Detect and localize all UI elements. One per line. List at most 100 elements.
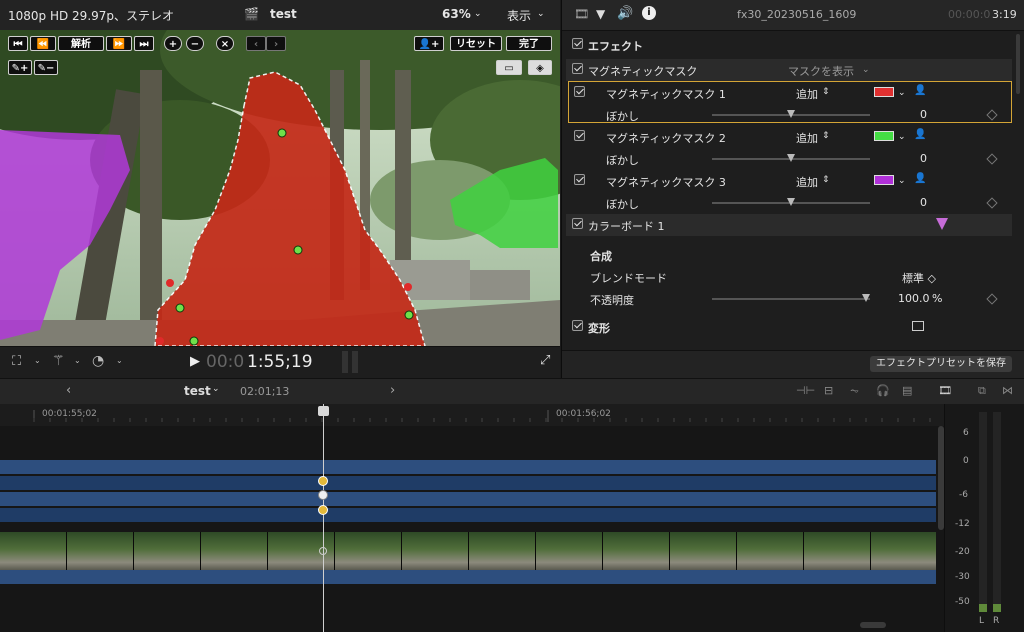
keyframe-icon[interactable] — [986, 197, 998, 209]
save-effects-preset-button[interactable]: エフェクトプリセットを保存 — [870, 356, 1012, 372]
timeline-tracks[interactable] — [0, 404, 944, 632]
person-icon[interactable]: 👤 — [914, 129, 926, 140]
chevron-down-icon[interactable]: ⌄ — [74, 356, 81, 365]
keyframe-marker[interactable] — [318, 476, 328, 486]
up-down-icon[interactable]: ⇕ — [822, 131, 830, 141]
effects-checkbox[interactable] — [572, 38, 583, 49]
brush-subtract-icon[interactable]: ✎− — [34, 60, 58, 75]
add-point-icon[interactable]: + — [164, 36, 182, 51]
transform-icon[interactable]: ⛶ — [12, 354, 21, 369]
film-icon[interactable]: 🎞 — [574, 7, 589, 21]
overlap-icon[interactable]: ⧉ — [978, 384, 986, 398]
mask-color-swatch[interactable] — [874, 131, 894, 141]
speed-icon[interactable]: ◔ — [92, 353, 104, 369]
mask-checkbox[interactable] — [574, 130, 585, 141]
blur-slider[interactable] — [712, 198, 870, 206]
filmstrip-icon[interactable]: 🎞 — [938, 384, 952, 397]
mask-color-swatch[interactable] — [874, 175, 894, 185]
chevron-down-icon[interactable]: ⌄ — [898, 176, 906, 186]
clip-band[interactable] — [0, 492, 936, 506]
timeline-project[interactable]: test — [184, 384, 211, 398]
mask-row[interactable]: マグネティックマスク 3 追加 ⇕ ⌄ 👤 — [566, 170, 1012, 192]
opacity-value[interactable]: 100.0 — [898, 292, 930, 305]
brush-add-icon[interactable]: ✎+ — [8, 60, 32, 75]
clip-band[interactable] — [0, 460, 936, 474]
person-add-icon[interactable]: 👤+ — [414, 36, 444, 51]
viewer-video[interactable]: ⏮ ⏪ 解析 ⏩ ⏭ + − × ‹ › 👤+ リセット 完了 ✎+ ✎− ▭ … — [0, 30, 560, 346]
magic-wand-icon[interactable]: ⚚ — [52, 353, 65, 369]
mask-row[interactable]: マグネティックマスク 2 追加 ⇕ ⌄ 👤 — [566, 126, 1012, 148]
play-icon[interactable]: ▶ — [190, 354, 200, 369]
fullscreen-icon[interactable]: ⤢ — [540, 353, 550, 368]
blur-slider[interactable] — [712, 110, 870, 118]
timeline-hscrollbar[interactable] — [860, 622, 886, 628]
keyframe-marker[interactable] — [319, 547, 327, 555]
join-icon[interactable]: ⊟ — [824, 384, 833, 397]
transform-overlay-icon[interactable] — [912, 321, 924, 331]
chevron-down-icon[interactable]: ⌄ — [862, 65, 870, 75]
done-button[interactable]: 完了 — [506, 36, 552, 51]
show-mask-menu[interactable]: マスクを表示 — [788, 63, 854, 79]
zoom-menu[interactable]: 63% — [442, 7, 471, 21]
info-icon[interactable]: i — [642, 6, 656, 20]
chevron-down-icon[interactable]: ⌄ — [898, 132, 906, 142]
clip-appearance-icon[interactable]: ▤ — [902, 384, 912, 397]
remove-point-icon[interactable]: − — [186, 36, 204, 51]
keyframe-marker[interactable] — [318, 505, 328, 515]
person-icon[interactable]: 👤 — [914, 173, 926, 184]
opacity-slider[interactable] — [712, 294, 870, 302]
slider-knob[interactable] — [862, 294, 870, 302]
project-name[interactable]: test — [270, 7, 297, 21]
audio-band[interactable] — [0, 570, 936, 584]
magnetic-mask-header[interactable]: マグネティックマスク マスクを表示 ⌄ — [566, 59, 1012, 81]
chevron-down-icon[interactable]: ⌄ — [34, 356, 41, 365]
forward-icon[interactable]: › — [390, 383, 395, 398]
mask-checkbox[interactable] — [574, 174, 585, 185]
keyframe-marker[interactable] — [318, 490, 328, 500]
mask-mode[interactable]: 追加 — [796, 174, 818, 190]
go-to-start-button[interactable]: ⏮ — [8, 36, 28, 51]
mask-checkbox[interactable] — [574, 86, 585, 97]
up-down-icon[interactable]: ⇕ — [822, 87, 830, 97]
headphones-icon[interactable]: 🎧 — [876, 384, 890, 397]
playhead[interactable] — [323, 404, 324, 632]
go-to-end-button[interactable]: ⏭ — [134, 36, 154, 51]
analyze-button[interactable]: 解析 — [58, 36, 104, 51]
audio-icon[interactable]: 🔊 — [617, 6, 633, 21]
inspector-scrollbar[interactable] — [1016, 34, 1020, 94]
next-frame-button[interactable]: › — [266, 36, 286, 51]
blend-mode-menu[interactable]: 標準 ◇ — [902, 270, 936, 286]
chevron-down-icon[interactable]: ⌄ — [116, 356, 123, 365]
bowtie-icon[interactable]: ⋈ — [1002, 384, 1013, 397]
chevron-down-icon[interactable]: ⌄ — [537, 9, 545, 19]
clip-band[interactable] — [0, 476, 936, 490]
keyframe-icon[interactable] — [986, 109, 998, 121]
video-filmstrip[interactable] — [0, 532, 936, 570]
keyframe-icon[interactable] — [986, 153, 998, 165]
clear-icon[interactable]: × — [216, 36, 234, 51]
mask-row[interactable]: マグネティックマスク 1 追加 ⇕ ⌄ 👤 — [566, 82, 1012, 104]
playhead-handle[interactable] — [318, 406, 329, 416]
split-icon[interactable]: ⊣⊢ — [796, 384, 815, 397]
magnetic-mask-checkbox[interactable] — [572, 63, 583, 74]
layers-icon[interactable]: ◈ — [528, 60, 552, 75]
blur-slider[interactable] — [712, 154, 870, 162]
slider-knob[interactable] — [787, 198, 795, 206]
audio-wave-icon[interactable]: ⏦ — [850, 384, 859, 398]
clip-band[interactable] — [0, 508, 936, 522]
prev-frame-button[interactable]: ‹ — [246, 36, 266, 51]
chevron-down-icon[interactable]: ⌄ — [474, 9, 482, 19]
reset-button[interactable]: リセット — [450, 36, 502, 51]
color-board-checkbox[interactable] — [572, 218, 583, 229]
color-board-icon[interactable] — [936, 218, 948, 230]
chevron-down-icon[interactable]: ⌄ — [212, 384, 220, 394]
mask-color-swatch[interactable] — [874, 87, 894, 97]
back-icon[interactable]: ‹ — [66, 383, 71, 398]
mask-mode[interactable]: 追加 — [796, 86, 818, 102]
step-forward-button[interactable]: ⏩ — [106, 36, 132, 51]
color-board-header[interactable]: カラーボード 1 — [566, 214, 1012, 236]
up-down-icon[interactable]: ⇕ — [822, 175, 830, 185]
chevron-down-icon[interactable]: ⌄ — [898, 88, 906, 98]
step-back-button[interactable]: ⏪ — [30, 36, 56, 51]
person-icon[interactable]: 👤 — [914, 85, 926, 96]
